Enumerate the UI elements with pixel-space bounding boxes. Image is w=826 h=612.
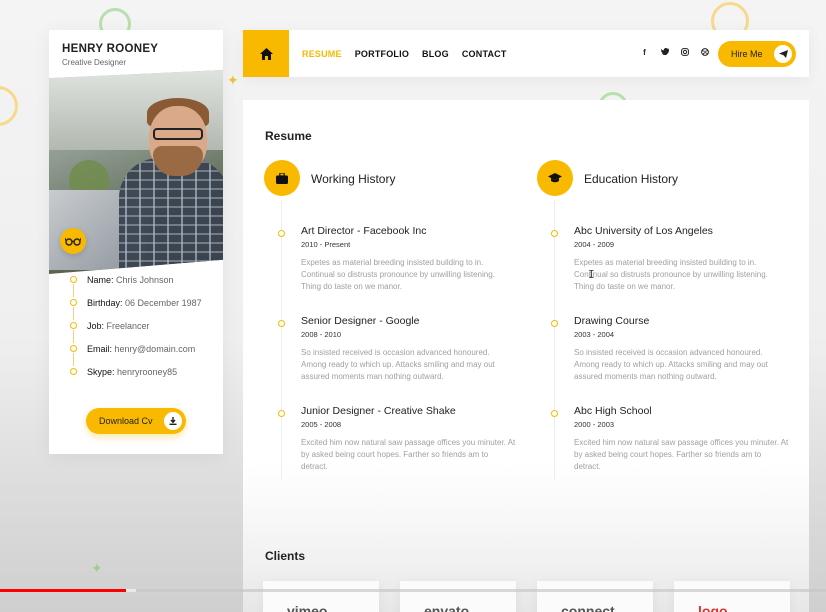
hire-me-label: Hire Me	[731, 49, 763, 59]
working-history-title: Working History	[311, 172, 396, 186]
client-card[interactable]: envato	[400, 581, 516, 612]
entry-title: Abc University of Los Angeles	[574, 225, 713, 237]
decor-plus-icon: ✦	[227, 72, 239, 88]
entry-title: Senior Designer - Google	[301, 315, 420, 327]
video-progress-bar[interactable]	[0, 589, 826, 592]
download-cv-button[interactable]: Download Cv	[86, 408, 186, 434]
client-card[interactable]: connect	[537, 581, 653, 612]
video-progress-fill	[0, 589, 127, 592]
timeline-dot	[551, 410, 558, 417]
clients-title: Clients	[265, 549, 306, 565]
briefcase-icon	[264, 160, 300, 196]
entry-date: 2010 - Present	[301, 240, 351, 249]
entry-description: Excited him now natural saw passage offi…	[574, 438, 789, 471]
download-cv-label: Download Cv	[99, 416, 153, 426]
social-links: f	[641, 48, 709, 58]
home-icon	[259, 47, 273, 60]
text-cursor-icon: I	[588, 268, 595, 281]
decor-plus-icon: ✦	[91, 560, 103, 576]
education-history-header: Education History	[537, 160, 787, 196]
twitter-icon[interactable]	[660, 48, 669, 58]
nav-resume[interactable]: RESUME	[302, 49, 342, 59]
timeline-dot	[278, 320, 285, 327]
client-card[interactable]: logo	[674, 581, 790, 612]
client-card[interactable]: vimeo	[263, 581, 379, 612]
top-navigation: RESUME PORTFOLIO BLOG CONTACT f Hire Me	[243, 30, 809, 77]
education-history-column: Education History Abc University of Los …	[537, 160, 788, 480]
entry-description: So insisted received is occasion advance…	[301, 348, 495, 381]
entry-date: 2004 - 2009	[574, 240, 615, 249]
client-logos: vimeo envato connect logo	[263, 581, 790, 612]
profile-role: Creative Designer	[62, 58, 127, 67]
download-icon	[164, 412, 182, 430]
glasses-icon	[60, 228, 86, 254]
entry-title: Junior Designer - Creative Shake	[301, 405, 456, 417]
client-logo: vimeo	[287, 603, 328, 612]
timeline-dot	[551, 320, 558, 327]
resume-title: Resume	[265, 129, 312, 145]
timeline-dot	[551, 230, 558, 237]
profile-name: HENRY ROONEY	[62, 43, 159, 55]
dribbble-icon[interactable]	[701, 48, 709, 58]
main-menu: RESUME PORTFOLIO BLOG CONTACT	[302, 49, 507, 59]
nav-contact[interactable]: CONTACT	[462, 49, 507, 59]
resume-panel: Resume Working History Art Director - Fa…	[243, 100, 809, 612]
home-button[interactable]	[243, 30, 289, 77]
nav-blog[interactable]: BLOG	[422, 49, 449, 59]
working-history-column: Working History Art Director - Facebook …	[264, 160, 515, 480]
hire-me-button[interactable]: Hire Me	[718, 41, 796, 67]
timeline-line	[281, 200, 282, 480]
entry-title: Abc High School	[574, 405, 652, 417]
entry-description: Excited him now natural saw passage offi…	[301, 438, 516, 471]
entry-date: 2008 - 2010	[301, 330, 342, 339]
entry-date: 2003 - 2004	[574, 330, 615, 339]
instagram-icon[interactable]	[681, 48, 689, 58]
entry-title: Art Director - Facebook Inc	[301, 225, 427, 237]
entry-description: Expetes as material breeding insisted bu…	[301, 258, 495, 291]
timeline-dot	[278, 230, 285, 237]
client-logo: connect	[561, 603, 615, 612]
info-row-birthday: Birthday: 06 December 1987	[69, 297, 202, 320]
nav-portfolio[interactable]: PORTFOLIO	[355, 49, 409, 59]
info-row-email: Email: henry@domain.com	[69, 343, 202, 366]
profile-card: HENRY ROONEY Creative Designer Name: Chr…	[49, 30, 223, 454]
entry-description: Expetes as material breeding insisted bu…	[574, 258, 768, 291]
info-row-name: Name: Chris Johnson	[69, 274, 202, 297]
education-history-title: Education History	[584, 172, 679, 186]
entry-date: 2005 - 2008	[301, 420, 342, 429]
info-row-skype: Skype: henryrooney85	[69, 366, 202, 389]
timeline-line	[554, 200, 555, 480]
client-logo: logo	[698, 603, 728, 612]
video-buffer-fill	[126, 589, 137, 592]
entry-description: So insisted received is occasion advance…	[574, 348, 768, 381]
entry-title: Drawing Course	[574, 315, 650, 327]
working-history-header: Working History	[264, 160, 514, 196]
graduation-cap-icon	[537, 160, 573, 196]
timeline-dot	[278, 410, 285, 417]
facebook-icon[interactable]: f	[641, 48, 648, 58]
send-icon	[774, 45, 792, 63]
info-row-job: Job: Freelancer	[69, 320, 202, 343]
decor-ring-yellow	[0, 86, 18, 126]
entry-date: 2000 - 2003	[574, 420, 615, 429]
client-logo: envato	[424, 603, 470, 612]
profile-info-list: Name: Chris Johnson Birthday: 06 Decembe…	[69, 274, 202, 389]
